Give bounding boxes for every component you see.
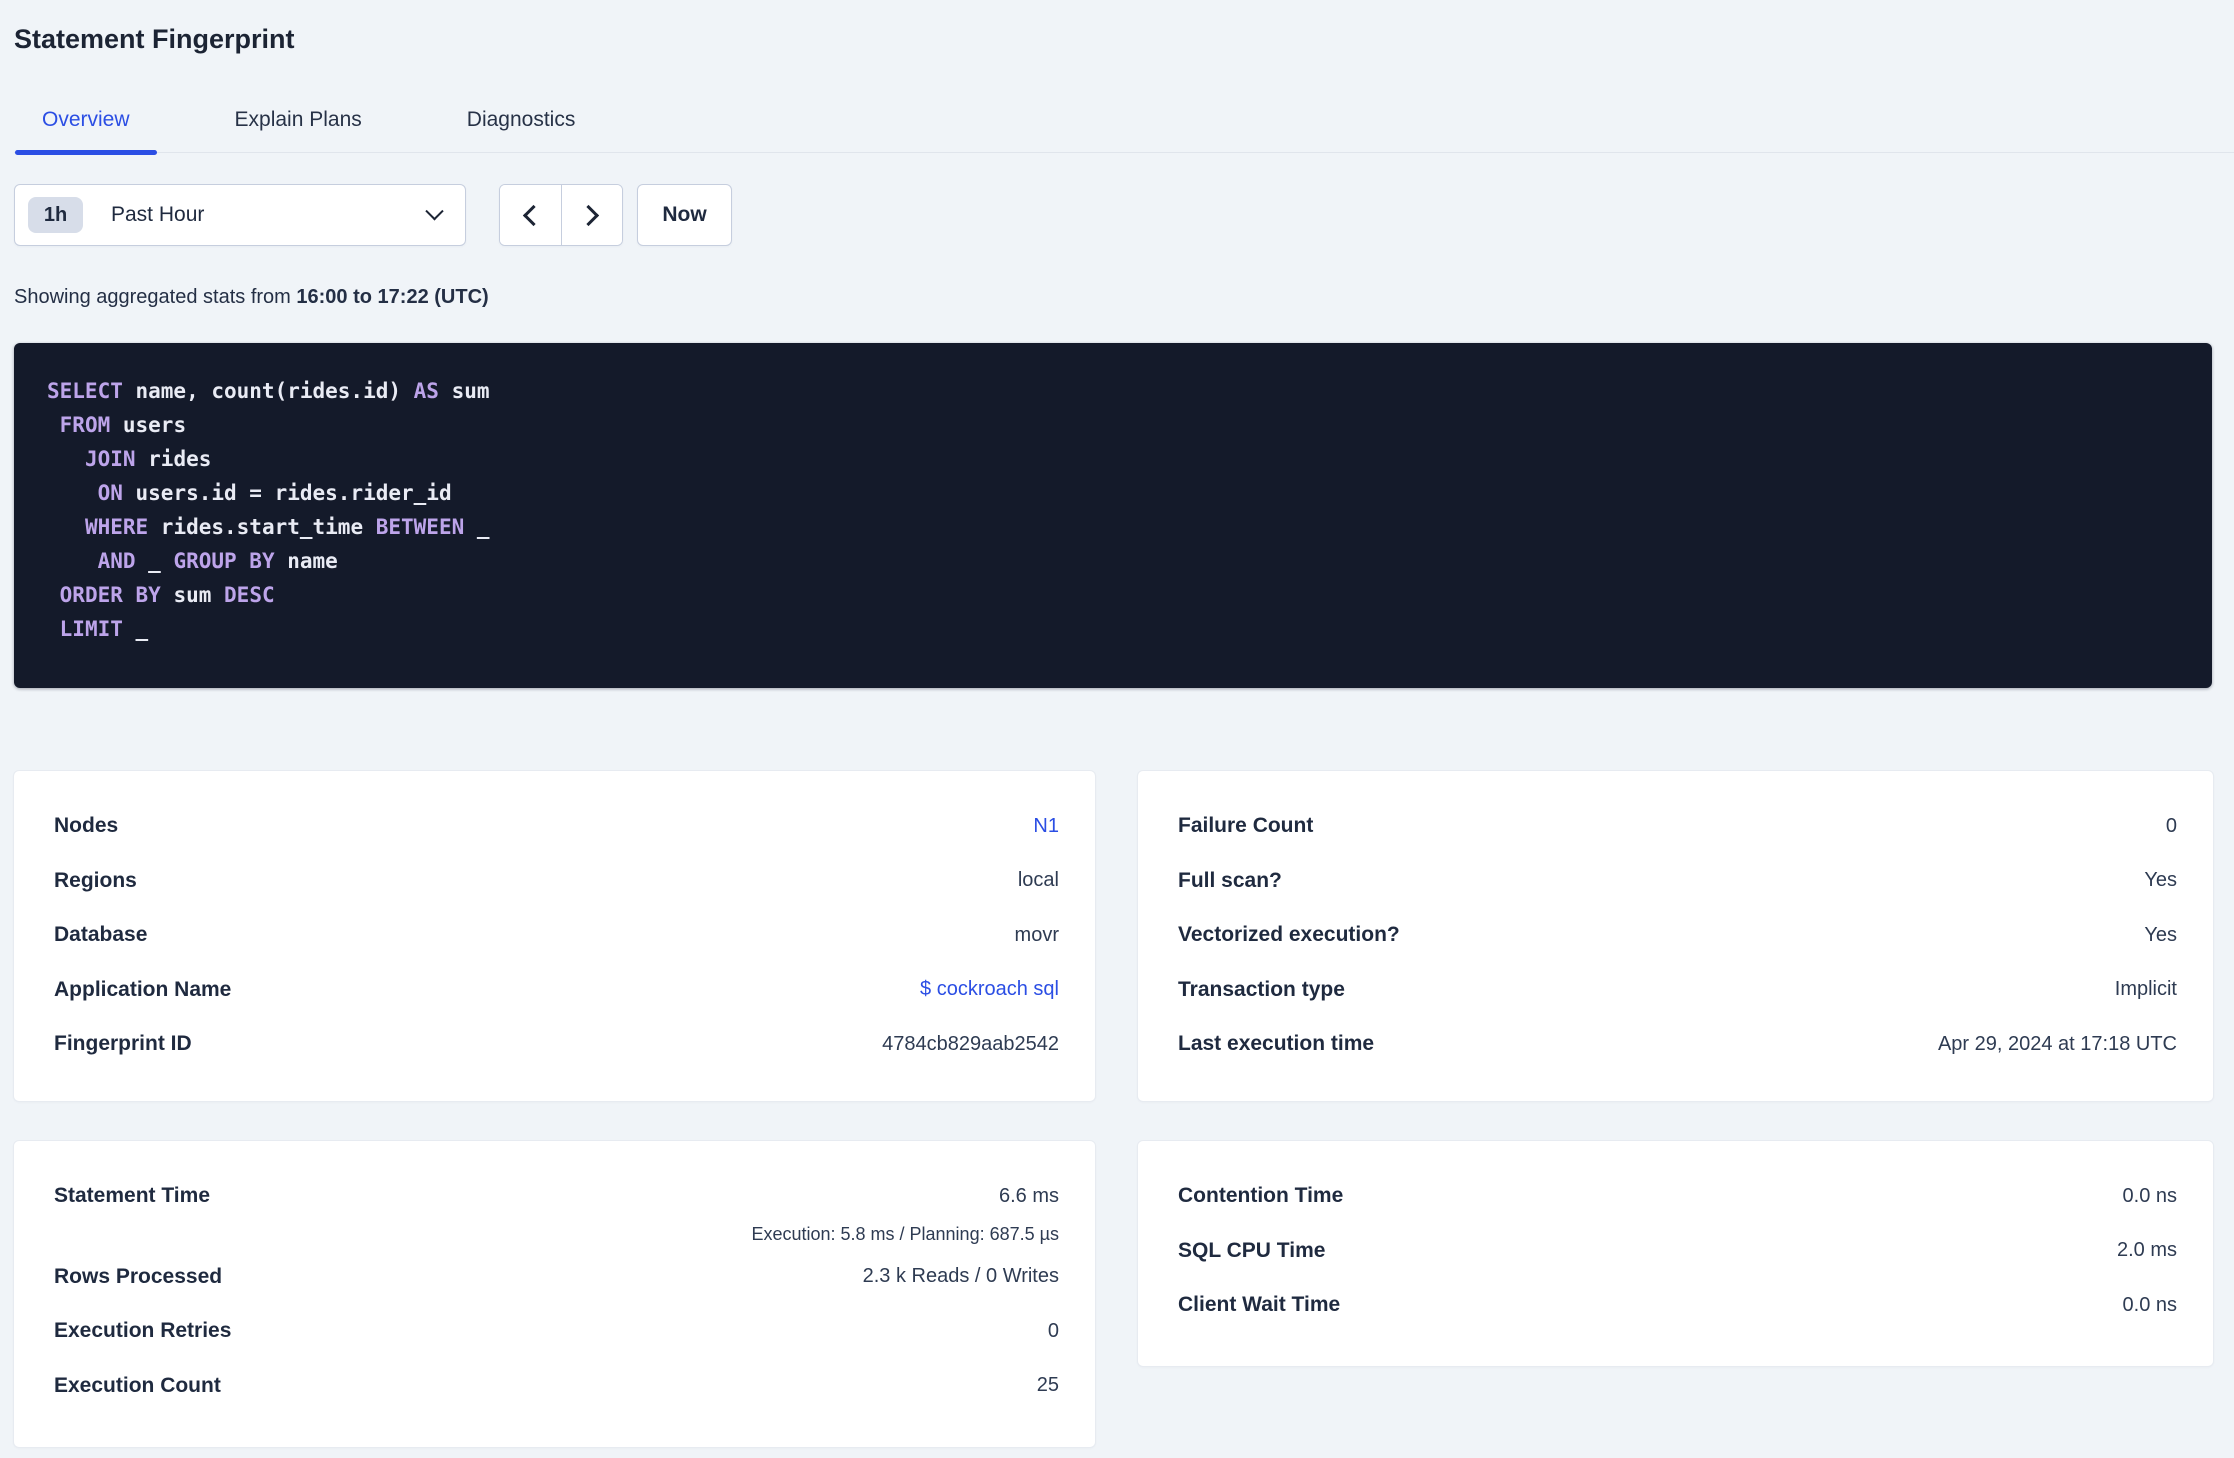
stats-caption: Showing aggregated stats from 16:00 to 1…: [14, 286, 2213, 309]
detail-row: Full scan? Yes: [1178, 854, 2177, 909]
tab-label: Overview: [42, 108, 130, 131]
time-nav-buttons: [499, 184, 623, 246]
detail-label: Execution Retries: [54, 1319, 232, 1343]
chevron-down-icon: [425, 201, 444, 220]
detail-label: Full scan?: [1178, 868, 1282, 892]
detail-label: Fingerprint ID: [54, 1032, 192, 1056]
time-range-badge: 1h: [28, 197, 83, 233]
detail-value: 0: [2165, 814, 2177, 837]
tab-label: Explain Plans: [234, 108, 362, 131]
card-statement-details: Nodes N1 Regions local Database movr App…: [14, 771, 1095, 1101]
detail-row: Regions local: [54, 854, 1059, 909]
tab[interactable]: Diagnostics: [439, 98, 604, 152]
card-execution-attributes: Failure Count 0 Full scan? Yes Vectorize…: [1138, 771, 2213, 1101]
detail-value[interactable]: $ cockroach sql: [920, 978, 1059, 1001]
tab-label: Diagnostics: [466, 108, 576, 131]
card-wait-times: Contention Time 0.0 ns SQL CPU Time 2.0 …: [1138, 1141, 2213, 1366]
detail-label: Statement Time: [54, 1184, 210, 1208]
timing-item: Rows Processed 2.3 k Reads / 0 Writes: [54, 1250, 1059, 1305]
detail-label: Transaction type: [1178, 977, 1345, 1001]
detail-row: Transaction type Implicit: [1178, 963, 2177, 1018]
detail-label: Execution Count: [54, 1373, 221, 1397]
sql-code: SELECT name, count(rides.id) AS sum FROM…: [47, 374, 2179, 646]
timing-item: Execution Retries 0: [54, 1304, 1059, 1359]
detail-row: Statement Time 6.6 ms: [54, 1169, 1059, 1224]
summary-cards: Nodes N1 Regions local Database movr App…: [14, 771, 2213, 1447]
detail-row: Failure Count 0: [1178, 799, 2177, 854]
timing-item: SQL CPU Time 2.0 ms: [1178, 1224, 2177, 1279]
sql-line: FROM users: [59, 413, 187, 437]
detail-row: Client Wait Time 0.0 ns: [1178, 1278, 2177, 1333]
stats-caption-prefix: Showing aggregated stats from: [14, 286, 297, 308]
sql-line: JOIN rides: [84, 447, 212, 471]
timing-item: Statement Time 6.6 ms Execution: 5.8 ms …: [54, 1169, 1059, 1250]
detail-label: SQL CPU Time: [1178, 1238, 1326, 1262]
now-button[interactable]: Now: [637, 184, 732, 246]
sql-line: ORDER BY sum DESC: [59, 583, 275, 607]
detail-row: Vectorized execution? Yes: [1178, 908, 2177, 963]
detail-label: Client Wait Time: [1178, 1293, 1341, 1317]
detail-row: Fingerprint ID 4784cb829aab2542: [54, 1017, 1059, 1072]
detail-value: movr: [1014, 923, 1059, 946]
detail-value: Implicit: [2114, 978, 2177, 1001]
detail-row: Application Name $ cockroach sql: [54, 963, 1059, 1018]
sql-line: ON users.id = rides.rider_id: [97, 481, 452, 505]
detail-row: Nodes N1: [54, 799, 1059, 854]
chevron-right-icon: [578, 204, 600, 226]
detail-row: Last execution time Apr 29, 2024 at 17:1…: [1178, 1017, 2177, 1072]
sql-line: LIMIT _: [59, 617, 149, 641]
time-controls: 1h Past Hour Now: [14, 184, 2213, 246]
detail-value: 25: [1036, 1374, 1059, 1397]
detail-row: Execution Retries 0: [54, 1304, 1059, 1359]
detail-value[interactable]: N1: [1033, 815, 1059, 838]
tab-bar: Overview Explain Plans Diagnostics: [14, 98, 2234, 155]
detail-value: 0.0 ns: [2122, 1184, 2177, 1207]
detail-value: local: [1017, 869, 1059, 892]
detail-label: Last execution time: [1178, 1032, 1375, 1056]
detail-value: 0: [1047, 1319, 1059, 1342]
detail-label: Database: [54, 923, 148, 947]
detail-label: Regions: [54, 868, 137, 892]
tab[interactable]: Overview: [14, 98, 158, 155]
sql-line: WHERE rides.start_time BETWEEN _: [84, 515, 490, 539]
chevron-left-icon: [522, 204, 544, 226]
detail-row: Rows Processed 2.3 k Reads / 0 Writes: [54, 1250, 1059, 1305]
sql-line: SELECT name, count(rides.id) AS sum: [47, 379, 490, 403]
tab[interactable]: Explain Plans: [207, 98, 390, 152]
detail-row: Database movr: [54, 908, 1059, 963]
detail-value: 0.0 ns: [2122, 1293, 2177, 1316]
detail-value: 2.0 ms: [2116, 1239, 2177, 1262]
detail-value: Yes: [2144, 923, 2177, 946]
time-range-label: Past Hour: [111, 203, 205, 226]
next-interval-button[interactable]: [561, 185, 622, 245]
detail-row: Execution Count 25: [54, 1359, 1059, 1414]
detail-label: Application Name: [54, 977, 232, 1001]
detail-value: Apr 29, 2024 at 17:18 UTC: [1937, 1032, 2177, 1055]
detail-label: Failure Count: [1178, 814, 1314, 838]
detail-value: 6.6 ms: [998, 1184, 1059, 1207]
detail-label: Rows Processed: [54, 1264, 223, 1288]
detail-sub-value: Execution: 5.8 ms / Planning: 687.5 µs: [751, 1223, 1059, 1244]
sql-statement-box: SELECT name, count(rides.id) AS sum FROM…: [14, 343, 2212, 688]
detail-label: Vectorized execution?: [1178, 923, 1400, 947]
detail-value: 4784cb829aab2542: [882, 1032, 1059, 1055]
timing-item: Client Wait Time 0.0 ns: [1178, 1278, 2177, 1333]
detail-value: Yes: [2144, 869, 2177, 892]
time-range-select[interactable]: 1h Past Hour: [14, 184, 466, 246]
sql-line: AND _ GROUP BY name: [97, 549, 338, 573]
timing-item: Execution Count 25: [54, 1359, 1059, 1414]
card-timing-stats: Statement Time 6.6 ms Execution: 5.8 ms …: [14, 1141, 1095, 1447]
previous-interval-button[interactable]: [500, 185, 562, 245]
detail-value: 2.3 k Reads / 0 Writes: [862, 1265, 1059, 1288]
timing-item: Contention Time 0.0 ns: [1178, 1169, 2177, 1224]
stats-caption-range: 16:00 to 17:22 (UTC): [296, 286, 489, 308]
detail-row: SQL CPU Time 2.0 ms: [1178, 1224, 2177, 1279]
detail-row: Contention Time 0.0 ns: [1178, 1169, 2177, 1224]
page-title: Statement Fingerprint: [14, 24, 295, 54]
statement-fingerprint-page: Statement Fingerprint Overview Explain P…: [0, 0, 2234, 1458]
detail-label: Contention Time: [1178, 1184, 1344, 1208]
detail-label: Nodes: [54, 814, 119, 838]
